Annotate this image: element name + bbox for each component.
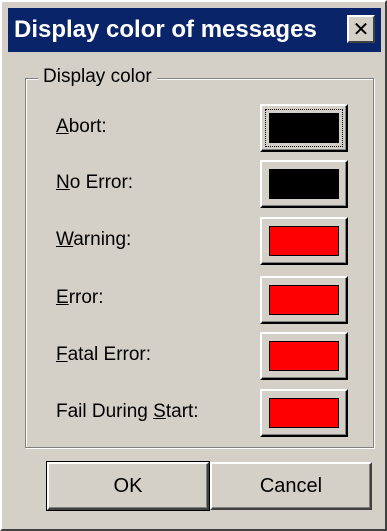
error-color-button[interactable]	[260, 276, 348, 324]
fail-during-start-label-post: tart:	[165, 401, 199, 422]
abort-label: Abort:	[56, 116, 107, 138]
no-error-label-post: o Error:	[69, 172, 134, 193]
warning-label-post: arning:	[73, 229, 132, 250]
no-error-label: No Error:	[56, 172, 133, 194]
warning-color-swatch	[269, 226, 339, 256]
fail-during-start-label: Fail During Start:	[56, 401, 199, 423]
fatal-error-label-accel: F	[56, 344, 68, 365]
fatal-error-label-post: atal Error:	[67, 344, 152, 365]
error-color-swatch	[269, 285, 339, 315]
warning-label-accel: W	[56, 229, 74, 250]
warning-label: Warning:	[56, 229, 131, 251]
error-label-accel: E	[56, 287, 69, 308]
window-title: Display color of messages	[14, 16, 317, 43]
abort-label-post: bort:	[68, 116, 107, 137]
fail-during-start-label-accel: S	[153, 401, 166, 422]
close-button[interactable]: ✕	[347, 15, 375, 43]
ok-button-label: OK	[113, 474, 143, 497]
fail-during-start-label-pre: Fail During	[56, 401, 154, 422]
no-error-label-accel: N	[56, 172, 70, 193]
cancel-button-label: Cancel	[259, 474, 323, 497]
error-label: Error:	[56, 287, 104, 309]
fail-during-start-color-button[interactable]	[260, 389, 348, 437]
group-label: Display color	[38, 66, 157, 88]
warning-color-button[interactable]	[260, 217, 348, 265]
title-bar[interactable]: Display color of messages ✕	[8, 8, 381, 52]
abort-color-button[interactable]	[260, 104, 348, 152]
fail-during-start-color-swatch	[269, 398, 339, 428]
dialog-window: Display color of messages ✕ Display colo…	[0, 0, 387, 531]
no-error-color-swatch	[269, 169, 339, 199]
fatal-error-label: Fatal Error:	[56, 344, 151, 366]
abort-label-accel: A	[56, 116, 69, 137]
fatal-error-color-button[interactable]	[260, 332, 348, 380]
no-error-color-button[interactable]	[260, 160, 348, 208]
fatal-error-color-swatch	[269, 341, 339, 371]
ok-button[interactable]: OK	[46, 461, 210, 511]
error-label-post: rror:	[68, 287, 104, 308]
focus-ring	[265, 109, 343, 147]
cancel-button[interactable]: Cancel	[210, 462, 372, 510]
close-icon: ✕	[352, 17, 370, 41]
